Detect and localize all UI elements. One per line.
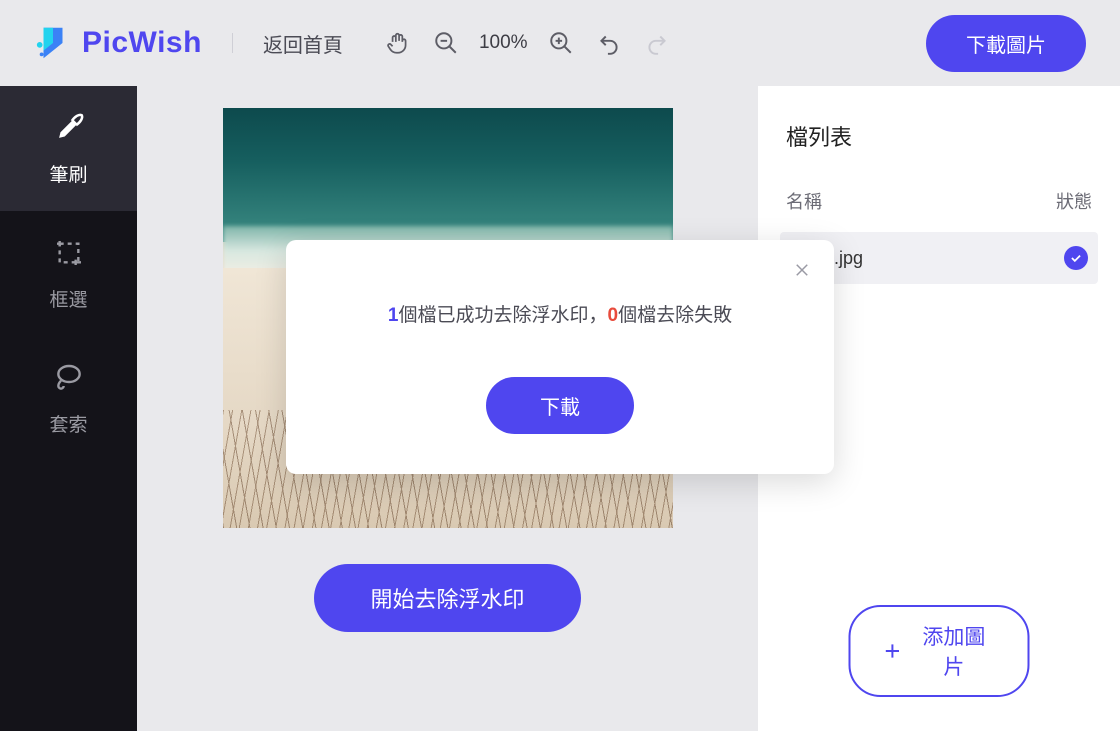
zoom-level: 100% <box>479 32 528 54</box>
sidebar-item-lasso[interactable]: 套索 <box>0 336 137 461</box>
modal-message: 1個檔已成功去除浮水印，0個檔去除失敗 <box>388 300 732 327</box>
zoom-out-icon[interactable] <box>431 28 461 58</box>
result-modal: 1個檔已成功去除浮水印，0個檔去除失敗 下載 <box>286 240 834 474</box>
status-success-icon <box>1064 246 1088 270</box>
zoom-in-icon[interactable] <box>546 28 576 58</box>
crop-icon <box>51 235 87 271</box>
col-name: 名稱 <box>786 188 822 214</box>
close-icon[interactable] <box>790 258 814 282</box>
hand-icon[interactable] <box>383 28 413 58</box>
sidebar-item-label: 框選 <box>49 285 87 312</box>
fail-count: 0 <box>608 305 619 326</box>
toolbar: 100% <box>383 28 672 58</box>
undo-icon[interactable] <box>594 28 624 58</box>
success-count: 1 <box>388 305 399 326</box>
lasso-icon <box>51 360 87 396</box>
download-image-button[interactable]: 下載圖片 <box>926 15 1086 72</box>
logo[interactable]: PicWish <box>34 24 202 62</box>
redo-icon[interactable] <box>642 28 672 58</box>
col-status: 狀態 <box>1056 188 1092 214</box>
header: PicWish 返回首頁 100% <box>0 0 1120 86</box>
sidebar-item-label: 套索 <box>49 410 87 437</box>
sidebar-item-label: 筆刷 <box>49 160 87 187</box>
plus-icon <box>883 641 903 661</box>
sidebar-item-crop[interactable]: 框選 <box>0 211 137 336</box>
add-image-label: 添加圖片 <box>912 621 995 681</box>
list-header: 名稱 狀態 <box>780 188 1098 228</box>
separator <box>232 33 233 53</box>
back-home-link[interactable]: 返回首頁 <box>263 29 343 58</box>
logo-mark-icon <box>34 24 72 62</box>
start-remove-watermark-button[interactable]: 開始去除浮水印 <box>314 564 580 632</box>
panel-title: 檔列表 <box>780 120 1098 152</box>
sidebar: 筆刷 框選 套索 <box>0 86 137 731</box>
brand-text: PicWish <box>82 26 202 60</box>
brush-icon <box>51 110 87 146</box>
sidebar-item-brush[interactable]: 筆刷 <box>0 86 137 211</box>
modal-download-button[interactable]: 下載 <box>486 377 634 434</box>
add-image-button[interactable]: 添加圖片 <box>849 605 1030 697</box>
